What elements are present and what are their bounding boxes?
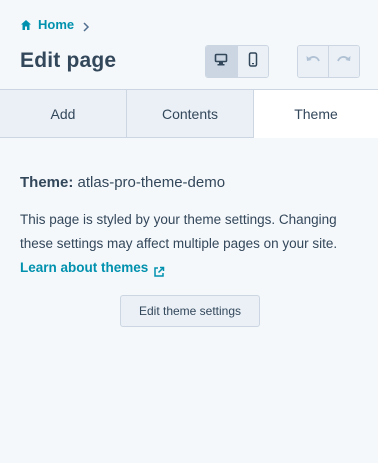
learn-about-themes-link[interactable]: Learn about themes — [20, 256, 165, 280]
sidebar-tabs: Add Contents Theme — [0, 89, 378, 138]
desktop-view-button[interactable] — [206, 46, 237, 77]
page-title: Edit page — [20, 49, 117, 72]
mobile-icon — [248, 51, 258, 72]
mobile-view-button[interactable] — [236, 46, 268, 77]
history-controls — [297, 45, 360, 78]
view-toggle — [205, 45, 269, 78]
undo-button[interactable] — [298, 46, 328, 77]
redo-icon — [336, 53, 352, 71]
redo-button[interactable] — [328, 46, 359, 77]
theme-label: Theme: — [20, 174, 74, 191]
tab-add[interactable]: Add — [0, 90, 127, 138]
chevron-right-icon — [82, 19, 90, 32]
tab-theme[interactable]: Theme — [254, 90, 378, 138]
theme-description: This page is styled by your theme settin… — [20, 212, 338, 251]
undo-icon — [305, 53, 321, 71]
learn-link-label: Learn about themes — [20, 260, 149, 275]
header: Home Edit page — [0, 0, 378, 89]
tab-contents[interactable]: Contents — [127, 90, 254, 138]
breadcrumb-home-link[interactable]: Home — [38, 17, 74, 32]
theme-name-line: Theme: atlas-pro-theme-demo — [20, 174, 225, 191]
desktop-icon — [214, 53, 228, 71]
edit-theme-settings-button[interactable]: Edit theme settings — [120, 295, 260, 327]
home-icon[interactable] — [20, 18, 32, 30]
external-link-icon — [153, 262, 165, 277]
theme-name: atlas-pro-theme-demo — [77, 174, 226, 191]
theme-panel: Theme: atlas-pro-theme-demo This page is… — [0, 138, 378, 463]
breadcrumb: Home — [20, 15, 90, 33]
